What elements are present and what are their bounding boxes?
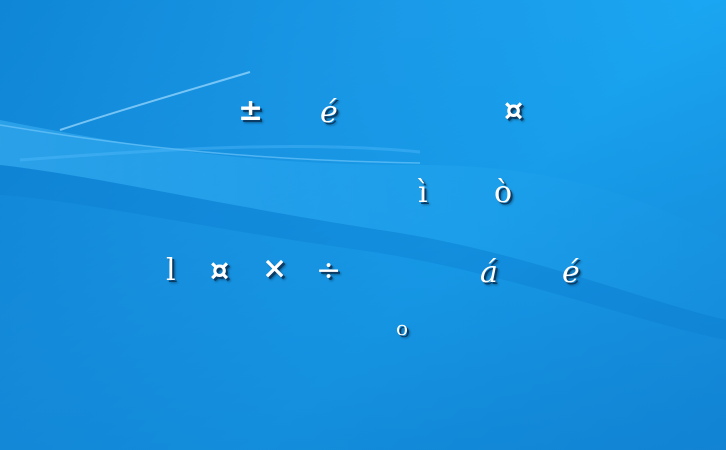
desktop-background: ± é ¤ ì ò l ¤ × ÷ á é o: [0, 0, 726, 450]
desktop-glyph-i-grave: ì: [418, 175, 428, 210]
desktop-glyph-multiply: ×: [262, 251, 288, 286]
desktop-glyph-o-grave: ò: [494, 175, 513, 210]
desktop-glyph-e-acute: é: [320, 95, 338, 130]
desktop-glyph-currency-2: ¤: [210, 253, 230, 288]
desktop-glyph-l: l: [166, 253, 176, 288]
wave-wallpaper: [0, 0, 726, 450]
desktop-glyph-o: o: [396, 316, 409, 340]
desktop-glyph-divide: ÷: [316, 253, 342, 288]
desktop-glyph-e-acute-2: é: [562, 255, 580, 290]
desktop-glyph-plus-minus: ±: [238, 93, 264, 128]
desktop-glyph-currency: ¤: [504, 93, 524, 128]
desktop-glyph-a-acute: á: [480, 255, 498, 290]
